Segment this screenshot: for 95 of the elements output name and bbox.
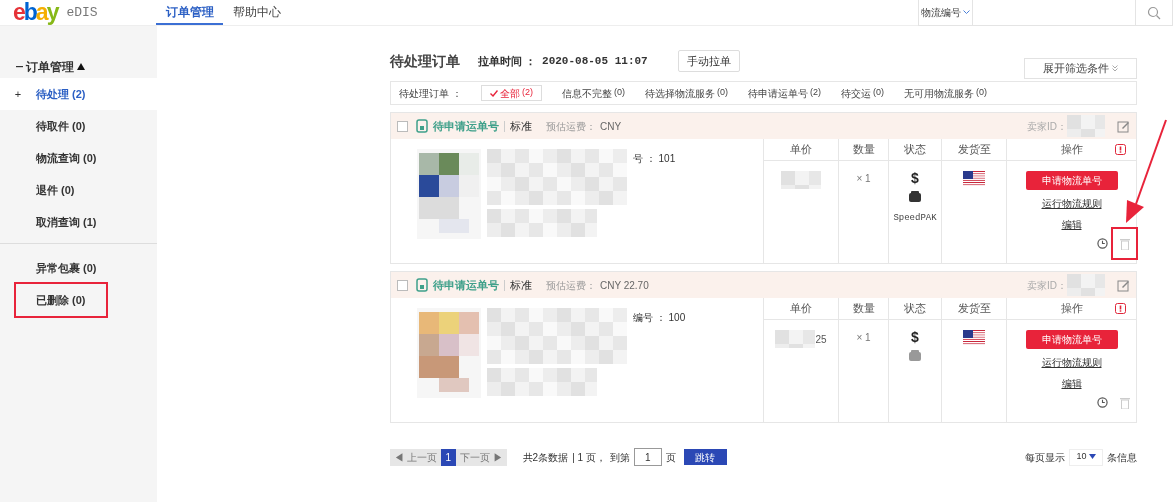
trash-icon [1119, 396, 1130, 409]
column-header: 操作 [1060, 301, 1083, 317]
carrier-name: SpeedPAK [893, 212, 937, 225]
edit-icon[interactable] [1117, 278, 1130, 292]
goto-label: 到第 [609, 450, 630, 465]
filter-option[interactable]: 待申请运单号 (2) [748, 85, 821, 101]
logo[interactable]: ebay [13, 1, 58, 24]
item-number: 号 ： 101 [633, 152, 676, 166]
expand-marker: + [13, 86, 23, 102]
delete-button[interactable] [1111, 227, 1138, 260]
shipping-type: 标准 [510, 118, 532, 134]
item-number: 编号 ： 100 [633, 311, 686, 325]
column-header: 数量 [852, 142, 875, 158]
per-page-unit: 条信息 [1107, 450, 1137, 465]
chevron-down-icon [963, 10, 970, 15]
per-page-dropdown[interactable]: 10 [1069, 448, 1103, 466]
column-header: 发货至 [957, 142, 991, 158]
sidebar-item[interactable]: 已删除 (0) [14, 281, 108, 319]
document-icon [416, 119, 428, 133]
minus-icon [16, 65, 23, 68]
shipping-type: 标准 [510, 277, 532, 293]
double-chevron-icon [1112, 65, 1119, 73]
manual-pull-button[interactable]: 手动拉单 [677, 50, 740, 72]
column-header: 数量 [852, 301, 875, 317]
nav-tab[interactable]: 帮助中心 [223, 0, 290, 25]
column-header: 单价 [790, 142, 812, 158]
action-link[interactable]: 运行物流规则 [1041, 196, 1102, 211]
column-header: 状态 [904, 142, 926, 158]
go-button[interactable]: 跳转 [683, 449, 727, 465]
order-status: 待申请运单号 [433, 277, 499, 293]
goto-page-field[interactable]: 1 [633, 448, 662, 466]
prev-page-button[interactable]: ◀ 上一页 [390, 448, 441, 466]
us-flag-icon [963, 171, 985, 186]
action-link[interactable]: 运行物流规则 [1041, 355, 1102, 370]
document-icon [416, 278, 428, 292]
filter-option[interactable]: 全部 (2) [481, 85, 542, 101]
total-count: 共2条数据 [522, 450, 569, 465]
seller-id-label: 卖家ID： [1027, 119, 1067, 134]
fee-label: 预估运费： [546, 119, 596, 134]
checkbox[interactable] [397, 279, 408, 291]
sidebar-item[interactable]: 物流查询 (0) [36, 149, 97, 167]
search-icon [1147, 5, 1161, 20]
seller-id-label: 卖家ID： [1027, 278, 1067, 293]
currency-symbol: $ [911, 330, 919, 344]
next-page-button[interactable]: 下一页 ▶ [455, 448, 507, 466]
edit-icon[interactable] [1117, 119, 1130, 133]
action-link[interactable]: 编辑 [1061, 217, 1082, 232]
page-count: | 1 页， [572, 450, 606, 465]
goto-unit: 页 [665, 450, 676, 465]
sidebar-item[interactable]: 待处理 (2) [36, 85, 86, 103]
action-link[interactable]: 编辑 [1061, 376, 1082, 391]
fee-label: 预估运费： [546, 278, 596, 293]
blurred-region [781, 171, 821, 189]
column-header: 操作 [1060, 142, 1083, 158]
alert-icon[interactable] [1115, 303, 1126, 314]
search-type-dropdown[interactable]: 物流编号 [919, 0, 973, 25]
trash-icon [1119, 237, 1130, 250]
history-icon[interactable] [1097, 397, 1108, 408]
per-page-label: 每页显示 [1025, 450, 1066, 465]
column-header: 发货至 [957, 301, 991, 317]
fee-value: CNY 22.70 [600, 278, 649, 293]
sidebar-item[interactable]: 异常包裹 (0) [36, 259, 97, 277]
filter-option[interactable]: 信息不完整 (0) [562, 85, 625, 101]
apply-tracking-button[interactable]: 申请物流单号 [1025, 330, 1118, 349]
column-header: 单价 [790, 301, 812, 317]
filter-option[interactable]: 待选择物流服务 (0) [645, 85, 728, 101]
quantity: × 1 [856, 172, 871, 186]
column-header: 状态 [904, 301, 926, 317]
quantity: × 1 [856, 331, 871, 345]
sidebar-item[interactable]: 退件 (0) [36, 181, 75, 199]
filter-option[interactable]: 待交运 (0) [841, 85, 884, 101]
pull-time-label: 拉单时间 ： [478, 53, 537, 69]
unit-price: 25 [815, 332, 827, 347]
expand-filter-button[interactable]: 展开筛选条件 [1024, 57, 1137, 79]
us-flag-icon [963, 330, 985, 345]
nav-tab[interactable]: 订单管理 [156, 0, 223, 25]
collapse-icon[interactable] [77, 63, 85, 70]
filter-option[interactable]: 无可用物流服务 (0) [904, 85, 987, 101]
fee-value: CNY [600, 119, 622, 134]
sidebar-item[interactable]: 取消查询 (1) [36, 213, 97, 231]
apply-tracking-button[interactable]: 申请物流单号 [1025, 171, 1118, 190]
page-title: 待处理订单 [390, 51, 460, 71]
product-name: eDIS [66, 3, 98, 22]
history-icon[interactable] [1097, 238, 1108, 249]
pull-time: 2020-08-05 11:07 [542, 53, 648, 69]
group-title[interactable]: 订单管理 [26, 57, 74, 76]
caret-icon [1089, 454, 1096, 460]
checkbox[interactable] [397, 120, 408, 132]
blurred-region [775, 330, 816, 348]
sidebar-item[interactable]: 待取件 (0) [36, 117, 86, 135]
check-icon [490, 89, 498, 97]
currency-symbol: $ [911, 171, 919, 185]
filter-label: 待处理订单 ： [399, 86, 463, 101]
order-status: 待申请运单号 [433, 118, 499, 134]
alert-icon[interactable] [1115, 144, 1126, 155]
